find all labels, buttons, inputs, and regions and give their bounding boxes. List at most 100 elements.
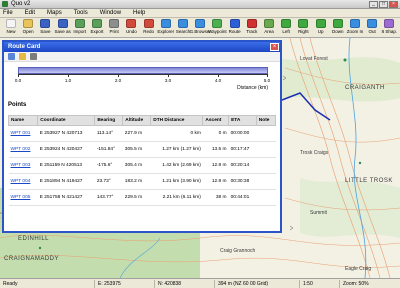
minimize-button[interactable]: _: [369, 1, 378, 8]
table-row[interactable]: WPT 005 E 251758 N 421427 143.77° 229.5 …: [8, 189, 276, 206]
menu-tools[interactable]: Tools: [74, 10, 88, 16]
col-ascent[interactable]: Ascent: [202, 115, 230, 126]
map-label-summit: Summit: [310, 210, 327, 216]
col-name[interactable]: Name: [7, 115, 39, 126]
toolbar-button-route[interactable]: Route: [227, 19, 243, 37]
toolbar-label: Export: [90, 29, 104, 34]
toolbar-button-waypoint[interactable]: Waypoint: [208, 19, 227, 37]
cell-note[interactable]: [256, 157, 276, 174]
toolbar-label: New: [6, 29, 16, 34]
toolbar-button-search[interactable]: Search: [175, 19, 191, 37]
waypoint-link[interactable]: WPT 004: [8, 173, 38, 190]
profile-tick: [68, 74, 69, 77]
print-icon: [109, 19, 120, 28]
toolbar-button-undo[interactable]: Undo: [123, 19, 139, 37]
toolbar-button-area[interactable]: Area: [261, 19, 277, 37]
toolbar-button-8-shap[interactable]: 8 Shap.: [381, 19, 397, 37]
toolbar-button-import[interactable]: Import: [72, 19, 88, 37]
toolbar-label: Search: [175, 29, 191, 34]
table-row[interactable]: WPT 002 E 253924 N 420427 -151.84° 305.5…: [8, 141, 276, 158]
waypoint-link[interactable]: WPT 002: [8, 141, 38, 158]
cell-altitude: 305.5 m: [122, 141, 151, 158]
profile-tick-label: 0.0: [14, 78, 22, 83]
waypoint-link[interactable]: WPT 001: [8, 125, 38, 142]
cell-note[interactable]: [256, 173, 276, 190]
map-label-trosk-craigs: Trosk Craigs: [300, 150, 329, 156]
menu-file[interactable]: File: [3, 10, 13, 16]
cell-bearing: 113.14°: [94, 125, 123, 142]
print-icon[interactable]: [8, 53, 15, 60]
toolbar-button-save-as[interactable]: Save as: [54, 19, 71, 37]
cell-bearing: -175.6°: [94, 157, 123, 174]
toolbar-label: Open: [22, 29, 34, 34]
cell-coordinate: E 253924 N 420427: [37, 141, 95, 158]
folder-icon[interactable]: [19, 53, 26, 60]
app-icon: [2, 1, 8, 7]
toolbar-button-open[interactable]: Open: [20, 19, 36, 37]
col-coordinate[interactable]: Coordinate: [37, 115, 96, 126]
toolbar-button-explorer[interactable]: Explorer: [157, 19, 174, 37]
map-label-little-trosk: LITTLE TROSK: [345, 178, 393, 184]
toolbar-button-redo[interactable]: Redo: [141, 19, 157, 37]
toolbar-button-new[interactable]: New: [3, 19, 19, 37]
toolbar-button-down[interactable]: Down: [330, 19, 346, 37]
col-distance[interactable]: DTH Distance: [150, 115, 204, 126]
cell-bearing: -151.84°: [94, 141, 123, 158]
maximize-button[interactable]: □: [379, 1, 388, 8]
col-bearing[interactable]: Bearing: [94, 115, 124, 126]
waypoint-link[interactable]: WPT 003: [8, 157, 38, 174]
cell-eta: 00:00:00: [228, 125, 257, 142]
col-altitude[interactable]: Altitude: [122, 115, 152, 126]
toolbar-button-left[interactable]: Left: [278, 19, 294, 37]
table-row[interactable]: WPT 003 E 251159 N 420513 -175.6° 305.4 …: [8, 157, 276, 174]
toolbar-label: Out: [368, 29, 376, 34]
map-label-eagle-craig: Eagle Craig: [345, 266, 372, 272]
map-label-lovat-forest: Lovat Forest: [300, 56, 328, 62]
cell-distance: 0 km: [150, 125, 203, 142]
route-card-titlebar[interactable]: Route Card: [4, 42, 280, 52]
menu-edit[interactable]: Edit: [25, 10, 35, 16]
cell-note[interactable]: [256, 189, 276, 206]
toolbar-button-print[interactable]: Print: [106, 19, 122, 37]
cell-eta: 00:44:01: [228, 189, 257, 206]
table-row[interactable]: WPT 001 E 253927 N 420713 113.14° 227.9 …: [8, 125, 276, 142]
waypoint-icon: [212, 19, 223, 28]
col-note[interactable]: Note: [255, 115, 277, 126]
toolbar-button-g-browser[interactable]: G.Browser: [190, 19, 211, 37]
cell-distance: 1.21 km (3.90 km): [150, 173, 203, 190]
toolbar-label: Up: [317, 29, 324, 34]
profile-tick: [267, 74, 268, 77]
route-card-close-button[interactable]: ×: [270, 43, 279, 51]
profile-tick-label: 4.0: [214, 78, 222, 83]
profile-tick: [18, 74, 19, 77]
toolbar-button-right[interactable]: Right: [295, 19, 311, 37]
profile-tick-label: 3.0: [164, 78, 172, 83]
close-button[interactable]: ×: [389, 1, 398, 8]
menu-window[interactable]: Window: [100, 10, 121, 16]
cell-ascent: 12.8 m: [202, 157, 229, 174]
col-eta[interactable]: ETA: [228, 115, 257, 126]
toolbar-button-save[interactable]: Save: [37, 19, 53, 37]
toolbar-button-out[interactable]: Out: [364, 19, 380, 37]
toolbar-button-track[interactable]: Track: [244, 19, 260, 37]
menu-help[interactable]: Help: [133, 10, 145, 16]
cell-note[interactable]: [256, 141, 276, 158]
cell-bearing: 23.73°: [94, 173, 123, 190]
cell-bearing: 143.77°: [94, 189, 123, 206]
toolbar-button-export[interactable]: Export: [89, 19, 105, 37]
title-bar: Quo v2 _ □ ×: [0, 0, 400, 9]
export-icon: [92, 19, 102, 28]
cell-ascent: 0 m: [202, 125, 229, 142]
status-easting: E: 253975: [95, 279, 155, 288]
toolbar-label: Undo: [126, 29, 137, 34]
toolbar-button-up[interactable]: Up: [313, 19, 329, 37]
arrow-right-icon: [298, 19, 309, 28]
waypoint-link[interactable]: WPT 005: [8, 189, 38, 206]
cell-note[interactable]: [256, 125, 276, 142]
settings-icon[interactable]: [30, 53, 37, 60]
table-row[interactable]: WPT 004 E 251894 N 419427 23.73° 183.2 m…: [8, 173, 276, 190]
menu-maps[interactable]: Maps: [47, 10, 62, 16]
toolbar-button-zoom-in[interactable]: Zoom In: [347, 19, 363, 37]
route-card-title: Route Card: [8, 44, 41, 50]
cell-coordinate: E 253927 N 420713: [37, 125, 95, 142]
